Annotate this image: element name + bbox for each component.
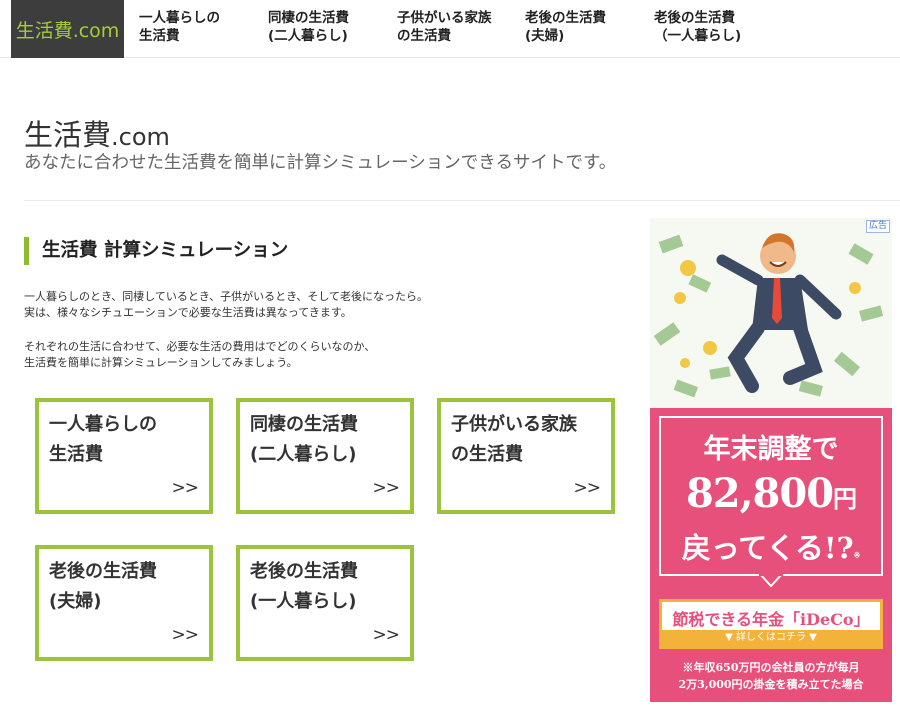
page-title: 生活費.com bbox=[24, 112, 170, 154]
card-arrow: >> bbox=[573, 478, 601, 498]
nav-item-label: 同棲の生活費 bbox=[268, 10, 349, 26]
nav-item-label: 一人暮らしの bbox=[139, 10, 220, 26]
page-subtitle: あなたに合わせた生活費を簡単に計算シミュレーションできるサイトです。 bbox=[24, 153, 617, 173]
ad-amount: 82,800円 bbox=[650, 470, 892, 517]
ad-product-box[interactable]: 節税できる年金「iDeCo」 ▼ 詳しくはコチラ ▼ bbox=[659, 599, 883, 649]
card-arrow: >> bbox=[372, 478, 400, 498]
card-title-line: (一人暮らし) bbox=[250, 591, 357, 612]
card-retired-couple[interactable]: 老後の生活費 (夫婦) >> bbox=[35, 545, 213, 661]
ad-product-title: 節税できる年金「iDeCo」 bbox=[672, 610, 870, 629]
intro-paragraph: それぞれの生活に合わせて、必要な生活の費用はでどのくらいなのか、 生活費を簡単に… bbox=[24, 339, 375, 371]
ad-tagline: 戻ってくる!?※ bbox=[650, 525, 892, 567]
nav-item-retired-single[interactable]: 老後の生活費 （一人暮らし) bbox=[654, 9, 741, 45]
site-logo[interactable]: 生活費.com bbox=[11, 0, 124, 58]
nav-item-label: の生活費 bbox=[397, 28, 451, 44]
ad-tagline-text: 戻ってくる!? bbox=[681, 531, 854, 565]
ad-amount-unit: 円 bbox=[833, 484, 857, 513]
intro-line: それぞれの生活に合わせて、必要な生活の費用はでどのくらいなのか、 bbox=[24, 340, 376, 353]
card-arrow: >> bbox=[171, 478, 199, 498]
card-title-line: 一人暮らしの bbox=[49, 414, 157, 435]
nav-item-label: (二人暮らし) bbox=[268, 28, 348, 44]
nav-item-single[interactable]: 一人暮らしの 生活費 bbox=[139, 9, 220, 45]
card-family[interactable]: 子供がいる家族 の生活費 >> bbox=[437, 398, 615, 514]
page-title-main: 生活費 bbox=[24, 118, 112, 152]
intro-line: 生活費を簡単に計算シミュレーションしてみましょう。 bbox=[24, 356, 298, 369]
ad-cta-button[interactable]: ▼ 詳しくはコチラ ▼ bbox=[662, 630, 880, 646]
card-retired-single[interactable]: 老後の生活費 (一人暮らし) >> bbox=[236, 545, 414, 661]
ad-note-line: 2万3,000円の掛金を積み立てた場合 bbox=[678, 678, 864, 691]
ad-tagline-mark: ※ bbox=[853, 550, 861, 560]
section-heading: 生活費 計算シミュレーション bbox=[24, 237, 288, 265]
card-single[interactable]: 一人暮らしの 生活費 >> bbox=[35, 398, 213, 514]
card-title: 老後の生活費 (一人暮らし) bbox=[250, 557, 358, 617]
card-title: 子供がいる家族 の生活費 bbox=[451, 410, 577, 470]
card-title-line: 生活費 bbox=[49, 444, 103, 465]
nav-item-label: 老後の生活費 bbox=[654, 10, 735, 26]
card-title-line: (二人暮らし) bbox=[250, 444, 357, 465]
nav-item-label: 老後の生活費 bbox=[525, 10, 606, 26]
ad-banner[interactable]: 広告 年末調整で 82,800円 戻ってくる!?※ 節税できる年金「iDeCo」… bbox=[650, 218, 892, 702]
intro-line: 一人暮らしのとき、同棲しているとき、子供がいるとき、そして老後になったら。 bbox=[24, 290, 429, 303]
intro-line: 実は、様々なシチュエーションで必要な生活費は異なってきます。 bbox=[24, 306, 352, 319]
card-arrow: >> bbox=[372, 625, 400, 645]
top-nav: 生活費.com 一人暮らしの 生活費 同棲の生活費 (二人暮らし) 子供がいる家… bbox=[0, 0, 900, 58]
card-title-line: 老後の生活費 bbox=[49, 561, 157, 582]
ad-pointer-arrow bbox=[759, 574, 783, 588]
nav-item-family[interactable]: 子供がいる家族 の生活費 bbox=[397, 9, 492, 45]
intro-paragraph: 一人暮らしのとき、同棲しているとき、子供がいるとき、そして老後になったら。 実は… bbox=[24, 289, 428, 321]
nav-item-label: 生活費 bbox=[139, 28, 180, 44]
card-couple[interactable]: 同棲の生活費 (二人暮らし) >> bbox=[236, 398, 414, 514]
nav-item-label: 子供がいる家族 bbox=[397, 10, 492, 26]
card-title-line: 同棲の生活費 bbox=[250, 414, 358, 435]
ad-illustration: 広告 bbox=[650, 218, 892, 408]
logo-text: 生活費.com bbox=[15, 19, 120, 42]
nav-item-couple[interactable]: 同棲の生活費 (二人暮らし) bbox=[268, 9, 349, 45]
card-title-line: 老後の生活費 bbox=[250, 561, 358, 582]
card-title: 同棲の生活費 (二人暮らし) bbox=[250, 410, 358, 470]
ad-headline: 年末調整で bbox=[703, 434, 839, 465]
card-title-line: (夫婦) bbox=[49, 591, 102, 612]
card-title-line: 子供がいる家族 bbox=[451, 414, 577, 435]
nav-item-label: (夫婦) bbox=[525, 28, 565, 44]
divider bbox=[24, 200, 900, 201]
businessman-illustration bbox=[650, 218, 892, 408]
card-title-line: の生活費 bbox=[451, 444, 523, 465]
ad-amount-number: 82,800 bbox=[685, 470, 834, 517]
nav-item-retired-couple[interactable]: 老後の生活費 (夫婦) bbox=[525, 9, 606, 45]
ad-note-line: ※年収650万円の会社員の方が毎月 bbox=[682, 661, 860, 674]
ad-panel: 年末調整で 82,800円 戻ってくる!?※ 節税できる年金「iDeCo」 ▼ … bbox=[650, 408, 892, 702]
page-title-suffix: .com bbox=[111, 123, 170, 151]
card-title: 老後の生活費 (夫婦) bbox=[49, 557, 157, 617]
card-arrow: >> bbox=[171, 625, 199, 645]
nav-item-label: （一人暮らし) bbox=[654, 28, 742, 44]
card-title: 一人暮らしの 生活費 bbox=[49, 410, 157, 470]
ad-badge[interactable]: 広告 bbox=[865, 220, 890, 233]
